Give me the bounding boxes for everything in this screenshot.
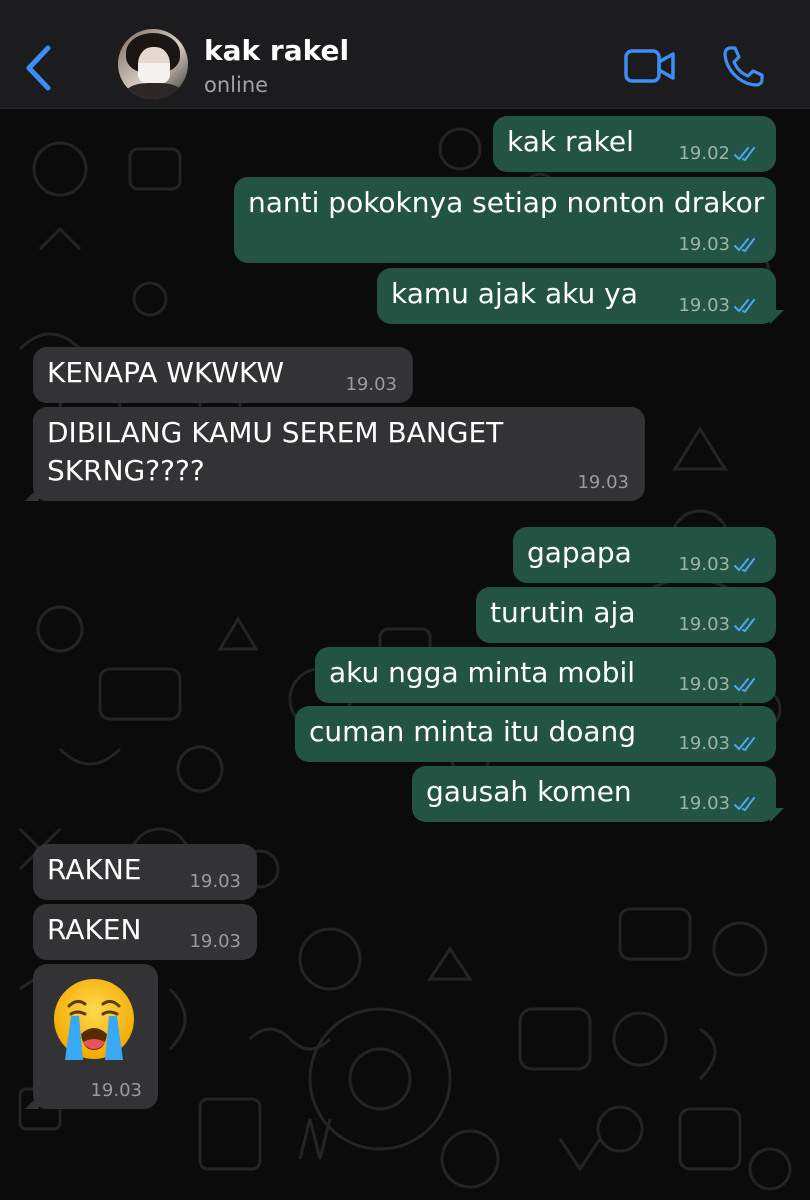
- message-text: turutin aja: [490, 596, 636, 629]
- read-double-tick-icon: [734, 618, 755, 633]
- message-bubble-incoming[interactable]: KENAPA WKWKW 19.03: [33, 347, 413, 403]
- message-text-line: SKRNG????: [47, 454, 205, 487]
- video-call-button[interactable]: [624, 48, 676, 84]
- chat-header: kak rakel online: [0, 0, 810, 109]
- message-meta: 19.02: [678, 144, 760, 164]
- read-double-tick-icon: [734, 797, 755, 812]
- message-bubble-incoming[interactable]: 19.03: [25, 964, 158, 1109]
- message-time: 19.03: [577, 472, 629, 493]
- voice-call-button[interactable]: [722, 44, 766, 88]
- message-time: 19.03: [189, 871, 241, 892]
- message-meta: 19.03: [678, 734, 760, 754]
- message-time: 19.03: [678, 793, 730, 814]
- message-time: 19.03: [678, 733, 730, 754]
- message-text: KENAPA WKWKW: [47, 356, 285, 389]
- message-bubble-incoming[interactable]: RAKEN 19.03: [33, 904, 257, 960]
- loudly-crying-face-icon: [54, 979, 134, 1060]
- message-text: nanti pokoknya setiap nonton drakor: [248, 186, 765, 219]
- avatar[interactable]: [118, 29, 188, 99]
- message-text: cuman minta itu doang: [309, 715, 637, 748]
- phone-icon: [723, 46, 764, 87]
- chat-area[interactable]: kak rakel 19.02 nanti pokoknya setiap no…: [0, 109, 810, 1200]
- message-time: 19.03: [678, 295, 730, 316]
- message-text: gausah komen: [426, 775, 632, 808]
- read-double-tick-icon: [734, 238, 755, 253]
- message-meta: 19.03: [678, 794, 760, 814]
- message-time: 19.03: [678, 614, 730, 635]
- message-bubble-outgoing[interactable]: gapapa 19.03: [513, 527, 776, 583]
- read-double-tick-icon: [734, 678, 755, 693]
- back-button[interactable]: [20, 40, 60, 96]
- message-bubble-outgoing[interactable]: kak rakel 19.02: [493, 116, 776, 172]
- read-double-tick-icon: [734, 737, 755, 752]
- message-time: 19.03: [345, 374, 397, 395]
- video-camera-icon: [624, 49, 675, 83]
- message-text-line: DIBILANG KAMU SEREM BANGET: [47, 416, 504, 449]
- message-meta: 19.03: [678, 296, 760, 316]
- message-bubble-incoming[interactable]: RAKNE 19.03: [33, 844, 257, 900]
- message-bubble-incoming[interactable]: DIBILANG KAMU SEREM BANGET SKRNG???? 19.…: [25, 407, 645, 501]
- message-text: kak rakel: [507, 125, 634, 158]
- message-text: RAKEN: [47, 913, 142, 946]
- message-text: aku ngga minta mobil: [329, 656, 636, 689]
- read-double-tick-icon: [734, 558, 755, 573]
- message-bubble-outgoing[interactable]: nanti pokoknya setiap nonton drakor 19.0…: [234, 177, 776, 263]
- message-meta: 19.03: [678, 235, 760, 255]
- message-time: 19.03: [90, 1080, 142, 1101]
- read-double-tick-icon: [734, 147, 755, 162]
- message-bubble-outgoing[interactable]: cuman minta itu doang 19.03: [295, 706, 776, 762]
- message-text: kamu ajak aku ya: [391, 277, 638, 310]
- read-double-tick-icon: [734, 299, 755, 314]
- message-bubble-outgoing[interactable]: gausah komen 19.03: [412, 766, 784, 822]
- message-meta: 19.03: [678, 675, 760, 695]
- contact-status: online: [204, 73, 269, 97]
- message-time: 19.03: [678, 554, 730, 575]
- contact-name[interactable]: kak rakel: [204, 34, 349, 67]
- message-bubble-outgoing[interactable]: kamu ajak aku ya 19.03: [377, 268, 784, 324]
- message-meta: 19.03: [678, 615, 760, 635]
- message-bubble-outgoing[interactable]: aku ngga minta mobil 19.03: [315, 647, 776, 703]
- message-text: RAKNE: [47, 853, 142, 886]
- message-time: 19.03: [189, 931, 241, 952]
- message-bubble-outgoing[interactable]: turutin aja 19.03: [476, 587, 776, 643]
- message-time: 19.03: [678, 234, 730, 255]
- message-time: 19.02: [678, 143, 730, 164]
- chevron-left-icon: [26, 45, 51, 91]
- message-time: 19.03: [678, 674, 730, 695]
- message-text: gapapa: [527, 536, 632, 569]
- message-meta: 19.03: [678, 555, 760, 575]
